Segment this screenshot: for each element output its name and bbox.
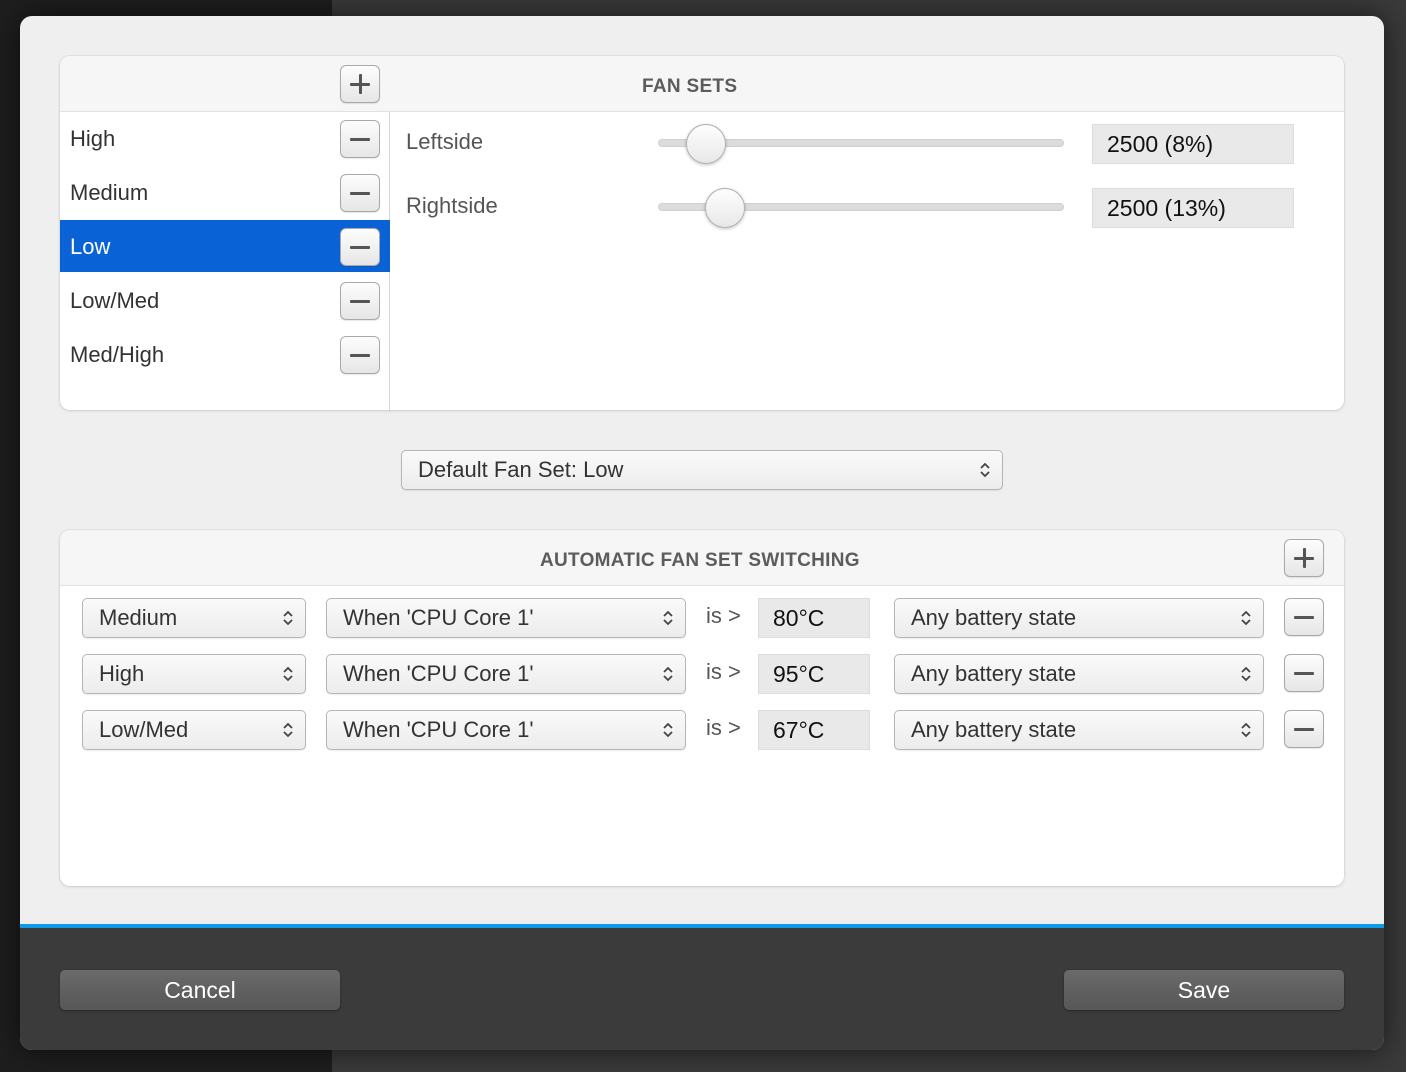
rule-fan-set-label: High [99, 661, 145, 686]
fan-name: Rightside [406, 193, 498, 218]
minus-icon [1285, 655, 1323, 691]
remove-fan-set-button[interactable] [340, 282, 380, 320]
fan-speed-slider-knob[interactable] [705, 188, 745, 228]
remove-fan-set-button[interactable] [340, 336, 380, 374]
rule-fan-set-label: Medium [99, 605, 178, 630]
remove-rule-button[interactable] [1284, 710, 1324, 748]
rule-sensor-popup[interactable]: When 'CPU Core 1' [326, 598, 686, 638]
minus-icon [341, 175, 379, 211]
updown-chevron-icon [661, 599, 675, 637]
fan-set-label: Low/Med [70, 288, 160, 313]
sheet-footer: Cancel Save [20, 924, 1384, 1050]
fan-speed-slider-knob[interactable] [686, 124, 726, 164]
fan-set-item-med-high[interactable]: Med/High [60, 328, 390, 380]
fan-sets-header: FAN SETS [60, 56, 1344, 112]
updown-chevron-icon [978, 451, 992, 489]
fan-set-item-low[interactable]: Low [60, 220, 390, 272]
rule-battery-label: Any battery state [911, 605, 1077, 630]
plus-icon [1285, 540, 1323, 576]
rule-operator: is > [706, 659, 741, 684]
remove-rule-button[interactable] [1284, 598, 1324, 636]
plus-icon [341, 66, 379, 102]
fan-settings-sheet: FAN SETS High Medium Low Low/Med Med/Hig… [20, 16, 1384, 1050]
rule-operator: is > [706, 603, 741, 628]
minus-icon [341, 283, 379, 319]
rule-threshold-field[interactable]: 95°C [758, 654, 870, 694]
switching-rule-row: High When 'CPU Core 1' is > 95°C Any bat… [60, 654, 1344, 694]
rule-battery-popup[interactable]: Any battery state [894, 654, 1264, 694]
auto-switching-header: AUTOMATIC FAN SET SWITCHING [60, 530, 1344, 586]
minus-icon [341, 229, 379, 265]
rule-sensor-popup[interactable]: When 'CPU Core 1' [326, 654, 686, 694]
remove-fan-set-button[interactable] [340, 120, 380, 158]
fan-name: Leftside [406, 129, 484, 154]
default-fan-set-popup[interactable]: Default Fan Set: Low [401, 450, 1003, 490]
rule-fan-set-popup[interactable]: Medium [82, 598, 306, 638]
rule-sensor-label: When 'CPU Core 1' [343, 661, 534, 686]
rule-battery-label: Any battery state [911, 717, 1077, 742]
rule-fan-set-label: Low/Med [99, 717, 189, 742]
default-fan-set-label: Default Fan Set: Low [418, 457, 624, 482]
fan-set-list: High Medium Low Low/Med Med/High [60, 112, 390, 410]
fan-speed-value[interactable]: 2500 (8%) [1092, 124, 1294, 164]
remove-rule-button[interactable] [1284, 654, 1324, 692]
remove-fan-set-button[interactable] [340, 174, 380, 212]
updown-chevron-icon [281, 711, 295, 749]
rule-threshold-field[interactable]: 67°C [758, 710, 870, 750]
rule-battery-popup[interactable]: Any battery state [894, 710, 1264, 750]
rule-operator: is > [706, 715, 741, 740]
fan-set-label: Medium [70, 180, 149, 205]
rule-battery-label: Any battery state [911, 661, 1077, 686]
fan-row-rightside: Rightside 2500 (13%) [406, 176, 1306, 236]
minus-icon [341, 121, 379, 157]
rule-sensor-label: When 'CPU Core 1' [343, 717, 534, 742]
rule-threshold-field[interactable]: 80°C [758, 598, 870, 638]
switching-rule-row: Medium When 'CPU Core 1' is > 80°C Any b… [60, 598, 1344, 638]
updown-chevron-icon [1239, 599, 1253, 637]
fan-set-label: Med/High [70, 342, 165, 367]
add-fan-set-button[interactable] [340, 65, 380, 103]
updown-chevron-icon [661, 711, 675, 749]
minus-icon [1285, 711, 1323, 747]
updown-chevron-icon [281, 655, 295, 693]
save-button[interactable]: Save [1064, 970, 1344, 1010]
fan-speed-value[interactable]: 2500 (13%) [1092, 188, 1294, 228]
auto-switching-title: AUTOMATIC FAN SET SWITCHING [540, 550, 860, 571]
fan-set-item-high[interactable]: High [60, 112, 390, 164]
rule-fan-set-popup[interactable]: Low/Med [82, 710, 306, 750]
fan-row-leftside: Leftside 2500 (8%) [406, 112, 1306, 172]
updown-chevron-icon [281, 599, 295, 637]
fan-set-item-medium[interactable]: Medium [60, 166, 390, 218]
minus-icon [1285, 599, 1323, 635]
updown-chevron-icon [1239, 711, 1253, 749]
switching-rule-row: Low/Med When 'CPU Core 1' is > 67°C Any … [60, 710, 1344, 750]
rule-fan-set-popup[interactable]: High [82, 654, 306, 694]
rule-battery-popup[interactable]: Any battery state [894, 598, 1264, 638]
remove-fan-set-button[interactable] [340, 228, 380, 266]
cancel-button[interactable]: Cancel [60, 970, 340, 1010]
auto-switching-panel: AUTOMATIC FAN SET SWITCHING Medium When … [60, 530, 1344, 886]
updown-chevron-icon [661, 655, 675, 693]
fan-sets-title: FAN SETS [642, 76, 738, 97]
fan-sets-panel: FAN SETS High Medium Low Low/Med Med/Hig… [60, 56, 1344, 410]
rule-sensor-popup[interactable]: When 'CPU Core 1' [326, 710, 686, 750]
minus-icon [341, 337, 379, 373]
fan-set-label: Low [70, 234, 111, 259]
fan-set-item-low-med[interactable]: Low/Med [60, 274, 390, 326]
fan-set-label: High [70, 126, 116, 151]
rule-sensor-label: When 'CPU Core 1' [343, 605, 534, 630]
updown-chevron-icon [1239, 655, 1253, 693]
add-rule-button[interactable] [1284, 539, 1324, 577]
